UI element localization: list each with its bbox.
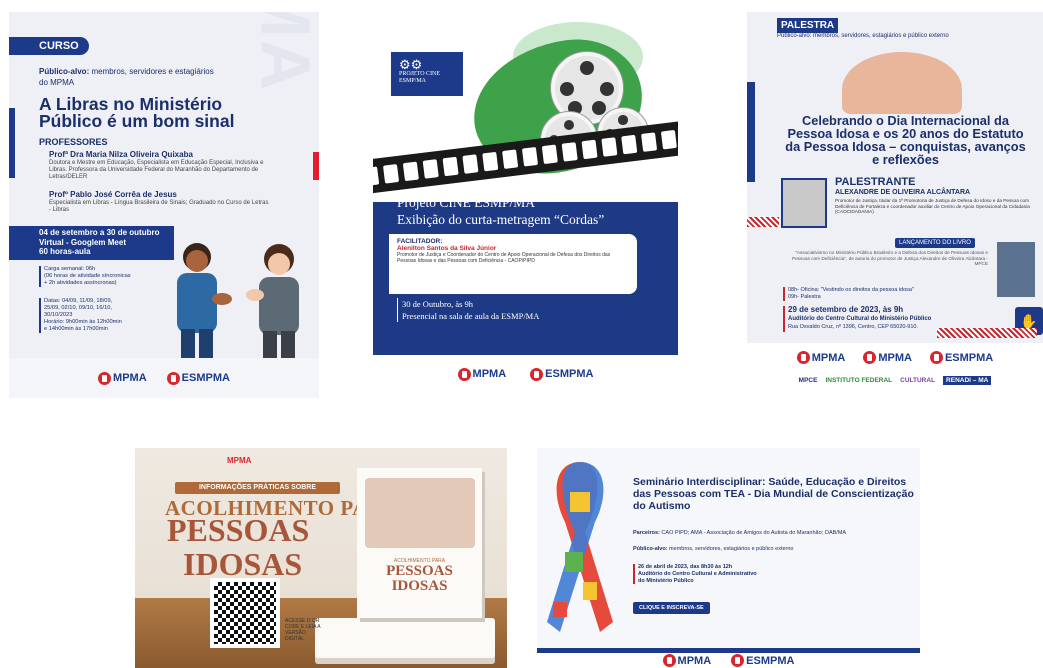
- audience-text: Público-alvo: membros, servidores, estag…: [777, 33, 949, 39]
- esmpma-logo: ESMPMA: [731, 654, 794, 667]
- speaker-name: ALEXANDRE DE OLIVEIRA ALCÂNTARA: [835, 189, 971, 196]
- mpce-logo: MPCE: [798, 377, 818, 384]
- footer-logos: MPMA ESMPMA: [373, 355, 678, 393]
- partners-text: Parceiros: CAO PIPD; AMA - Associação de…: [633, 530, 847, 536]
- date-box: 04 de setembro a 30 de outubro Virtual -…: [9, 226, 174, 260]
- if-logo: INSTITUTO FEDERAL: [825, 377, 893, 384]
- mpma-logo: MPMA: [457, 367, 506, 381]
- cultural-logo: CULTURAL: [900, 377, 936, 384]
- post-title: A Libras no Ministério Público é um bom …: [39, 94, 235, 131]
- post-title: Projeto CINE ESMP/MA Exibição do curta-m…: [397, 195, 605, 227]
- book-cover: ACOLHIMENTO PARA PESSOAS IDOSAS: [357, 468, 482, 618]
- event-date: 26 de abril de 2023, das 8h30 às 12h Aud…: [633, 564, 757, 585]
- title-line: PESSOAS: [167, 512, 310, 548]
- qr-code[interactable]: [210, 578, 280, 648]
- stripe-decoration: [747, 217, 779, 227]
- speaker-label: PALESTRANTE: [835, 176, 916, 188]
- mpma-logo: MPMA: [662, 654, 711, 667]
- elderly-people-illustration: [842, 52, 962, 114]
- post-cine-esmp[interactable]: ⚙⚙ PROJETO CINE ESMP/MA Projeto CINE ESM…: [373, 12, 678, 393]
- teachers-heading: PROFESSORES: [39, 137, 108, 147]
- esmpma-logo: ESMPMA: [166, 371, 230, 385]
- schedule-info: Datas: 04/09, 11/09, 18/09, 25/09, 02/10,…: [39, 298, 149, 333]
- post-acolhimento-idosos[interactable]: MPMA INFORMAÇÕES PRÁTICAS SOBRE ACOLHIME…: [135, 448, 507, 668]
- accent-bar: [313, 152, 319, 180]
- teacher-1: Profª Dra Maria Nilza Oliveira Quixaba Do…: [49, 150, 264, 180]
- esmpma-logo: ESMPMA: [530, 367, 593, 381]
- post-title: Seminário Interdisciplinar: Saúde, Educa…: [633, 476, 914, 512]
- register-button[interactable]: CLIQUE E INSCREVA-SE: [633, 602, 710, 614]
- watermark: ESMPMA: [245, 12, 319, 92]
- book-cover: [997, 242, 1035, 297]
- teacher-2: Profº Pablo José Corrêa de Jesus Especial…: [49, 190, 269, 213]
- facilitator-box: FACILITADOR: Alenilton Santos da Silva J…: [389, 234, 637, 294]
- book-launch-badge: LANÇAMENTO DO LIVRO: [895, 238, 975, 248]
- qr-caption: ACESSE O QR CODE E LEIA A VERSÃO DIGITAL: [285, 618, 321, 642]
- footer-logos: MPMA ESMPMA: [537, 653, 920, 668]
- post-pessoa-idosa-palestra[interactable]: PALESTRA Público-alvo: membros, servidor…: [747, 12, 1043, 393]
- book-stack: [315, 618, 495, 658]
- post-title: Celebrando o Dia Internacional da Pessoa…: [785, 113, 1026, 167]
- speaker-description: Promotor de Justiça, titular da 1ª Promo…: [835, 198, 1030, 215]
- project-badge: ⚙⚙ PROJETO CINE ESMP/MA: [391, 52, 463, 96]
- hands-photo: [365, 478, 475, 548]
- mpma-logo: MPMA: [863, 351, 912, 364]
- renadi-logo: RENADI – MA: [943, 376, 992, 385]
- accent-bar: [9, 108, 15, 178]
- footer-logos: MPMA MPMA ESMPMA MPCE INSTITUTO FEDERAL …: [747, 343, 1043, 393]
- audience-text: Público-alvo: membros, servidores, estag…: [633, 546, 794, 552]
- post-seminario-tea[interactable]: Seminário Interdisciplinar: Saúde, Educa…: [537, 448, 920, 668]
- esmpma-logo: ESMPMA: [929, 351, 993, 364]
- post-libras-course[interactable]: ESMPMA CURSO Público-alvo: membros, serv…: [9, 12, 319, 398]
- audience-text: Público-alvo: membros, servidores e esta…: [39, 67, 214, 87]
- subtitle-ribbon: INFORMAÇÕES PRÁTICAS SOBRE: [175, 482, 340, 494]
- accent-bar: [747, 82, 755, 182]
- mpma-logo: MPMA: [796, 351, 845, 364]
- sign-language-illustration: [177, 243, 299, 361]
- event-time: 30 de Outubro, às 9h Presencial na sala …: [397, 298, 539, 322]
- mpma-logo: MPMA: [227, 456, 252, 465]
- schedule: 08h- Oficina: "Vestindo os direitos da p…: [783, 287, 914, 301]
- partner-logos: MPCE INSTITUTO FEDERAL CULTURAL RENADI –…: [747, 376, 1043, 385]
- mpma-logo: MPMA: [98, 371, 147, 385]
- event-date: 29 de setembro de 2023, às 9h Auditório …: [783, 305, 931, 332]
- book-description: "Associativismo no Ministério Público Br…: [791, 250, 988, 267]
- autism-puzzle-ribbon-icon: [547, 462, 613, 632]
- workload-info: Carga semanal: 06h (06 horas de atividade…: [39, 266, 149, 287]
- footer-logos: MPMA ESMPMA: [9, 358, 319, 398]
- category-tag: CURSO: [9, 37, 89, 55]
- speaker-photo: [781, 178, 827, 228]
- category-tag: PALESTRA: [777, 18, 839, 33]
- stripe-decoration: [937, 328, 1037, 338]
- film-reel-icon: ⚙⚙: [399, 57, 423, 72]
